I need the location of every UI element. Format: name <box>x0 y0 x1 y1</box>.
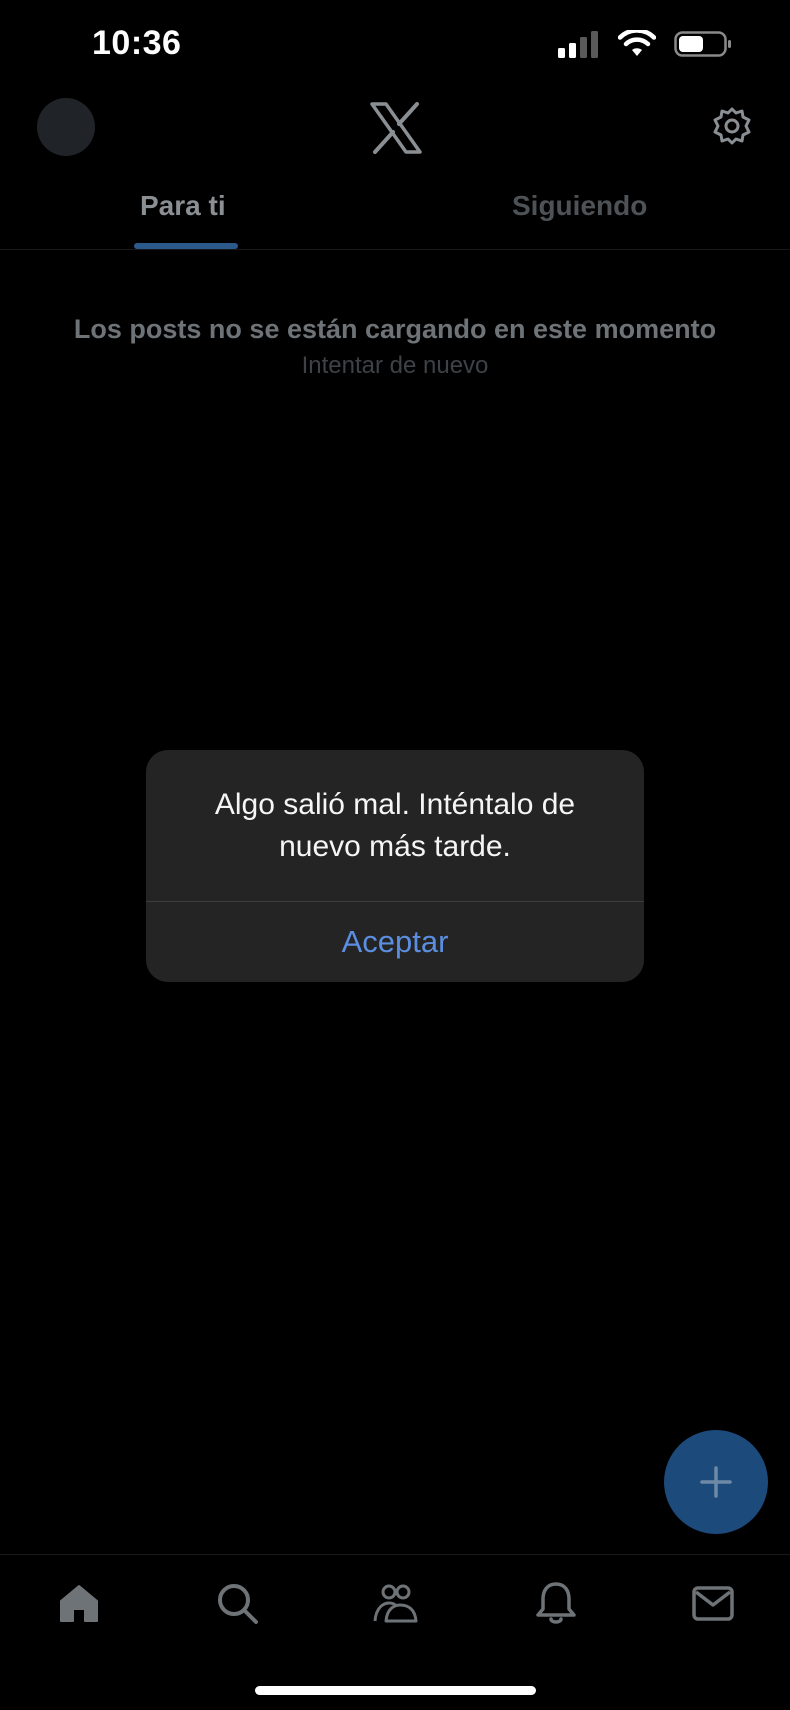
wifi-icon <box>618 30 656 56</box>
compose-button[interactable] <box>664 1430 768 1534</box>
tabs-divider <box>0 249 790 250</box>
bell-icon[interactable] <box>532 1579 580 1627</box>
avatar[interactable] <box>37 98 95 156</box>
mail-icon[interactable] <box>689 1579 737 1627</box>
search-icon[interactable] <box>213 1579 261 1627</box>
home-icon[interactable] <box>55 1579 103 1627</box>
tab-para-ti[interactable]: Para ti <box>140 190 226 222</box>
signal-icon <box>558 31 598 58</box>
error-alert: Algo salió mal. Inténtalo de nuevo más t… <box>146 750 644 982</box>
feed-error-title: Los posts no se están cargando en este m… <box>73 314 717 344</box>
alert-message: Algo salió mal. Inténtalo de nuevo más t… <box>214 788 576 863</box>
status-time: 10:36 <box>92 24 182 62</box>
plus-icon <box>700 1466 732 1498</box>
status-icons <box>558 30 732 58</box>
retry-link[interactable]: Intentar de nuevo <box>0 352 790 380</box>
tab-siguiendo[interactable]: Siguiendo <box>512 190 647 222</box>
communities-icon[interactable] <box>372 1579 420 1627</box>
accept-button[interactable]: Aceptar <box>146 902 644 982</box>
home-indicator <box>255 1686 536 1695</box>
battery-icon <box>674 31 731 57</box>
gear-icon[interactable] <box>712 106 752 146</box>
x-logo-icon <box>370 102 422 154</box>
